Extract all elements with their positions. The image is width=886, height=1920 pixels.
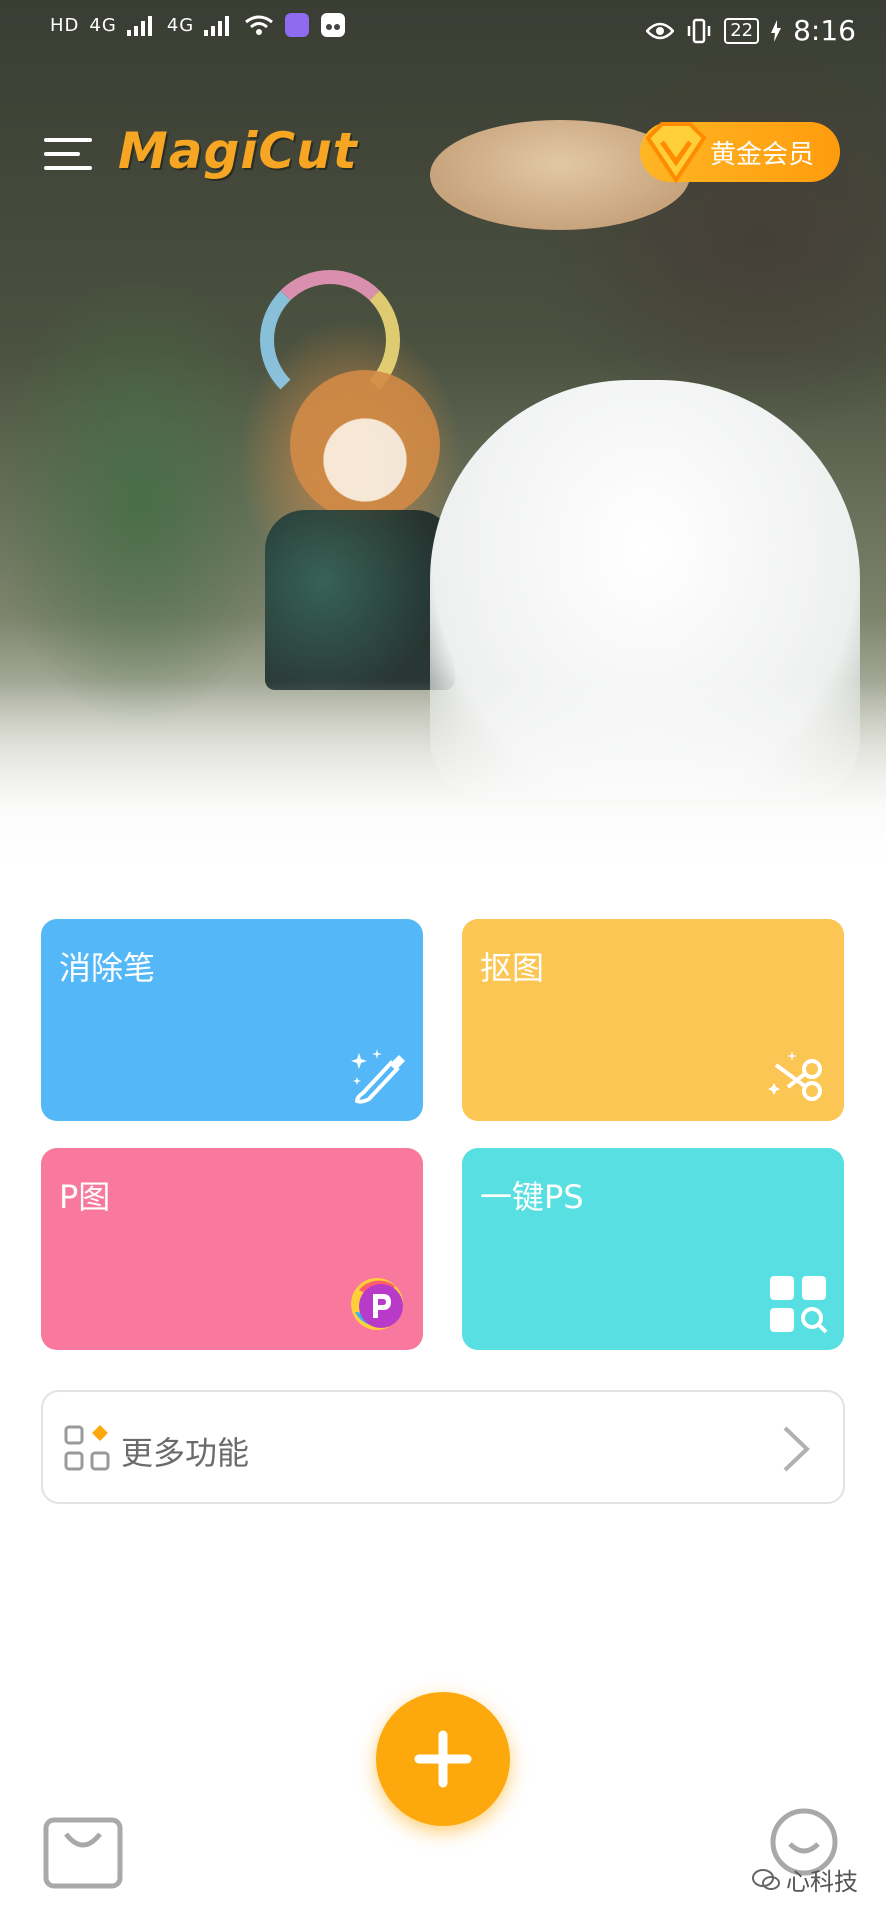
- shopping-bag-icon[interactable]: [42, 1804, 124, 1890]
- photo-edit-card[interactable]: P图: [41, 1148, 423, 1350]
- watermark-text: 心科技: [786, 1868, 858, 1896]
- add-button[interactable]: [376, 1692, 510, 1826]
- card-title: 消除笔: [59, 949, 156, 987]
- cutout-card[interactable]: 抠图: [462, 919, 844, 1121]
- hero-fade-overlay: [0, 680, 886, 880]
- eye-icon: [646, 22, 675, 39]
- wifi-icon: [245, 15, 274, 35]
- charging-icon: [771, 19, 782, 42]
- more-features-label: 更多功能: [121, 1434, 250, 1472]
- eraser-pen-card[interactable]: 消除笔: [41, 919, 423, 1121]
- one-click-ps-card[interactable]: 一键PS: [462, 1148, 844, 1350]
- apps-grid-icon: [64, 1425, 110, 1471]
- grid-search-icon: [770, 1276, 828, 1334]
- status-left: HD 4G 4G: [50, 12, 346, 38]
- vibrate-icon: [687, 18, 711, 43]
- vip-diamond-icon: [645, 122, 707, 184]
- card-title: 一键PS: [480, 1178, 584, 1216]
- app-logo: MagiCut: [118, 122, 358, 180]
- status-bar: HD 4G 4G 22 8:16: [0, 0, 886, 66]
- signal-icon: [126, 16, 152, 36]
- hero-dog-shape: [290, 370, 440, 520]
- chevron-right-icon: [783, 1426, 810, 1472]
- hero-shirt-shape: [265, 510, 455, 690]
- scissors-icon: [768, 1051, 822, 1101]
- card-title: P图: [59, 1178, 111, 1216]
- menu-line: [44, 152, 80, 156]
- magic-brush-icon: [351, 1049, 405, 1104]
- menu-line: [44, 166, 92, 170]
- plus-icon: [414, 1730, 472, 1788]
- app-notification-icon: [285, 13, 310, 37]
- wechat-icon: [752, 1868, 780, 1890]
- network-4g-2: 4G: [166, 14, 195, 36]
- signal-icon-2: [204, 16, 230, 36]
- network-4g-1: 4G: [89, 14, 117, 36]
- watermark: 心科技: [752, 1862, 858, 1897]
- vip-label: 黄金会员: [710, 139, 815, 170]
- status-right: 22 8:16: [646, 14, 856, 47]
- battery-level: 22: [724, 17, 760, 44]
- game-notification-icon: [321, 13, 346, 37]
- more-features-button[interactable]: 更多功能: [41, 1390, 845, 1504]
- hd-indicator: HD: [50, 14, 80, 36]
- card-title: 抠图: [480, 949, 545, 987]
- clock: 8:16: [793, 14, 856, 47]
- p-logo-icon: [351, 1278, 403, 1330]
- hamburger-menu-icon[interactable]: [44, 138, 92, 172]
- menu-line: [44, 138, 92, 142]
